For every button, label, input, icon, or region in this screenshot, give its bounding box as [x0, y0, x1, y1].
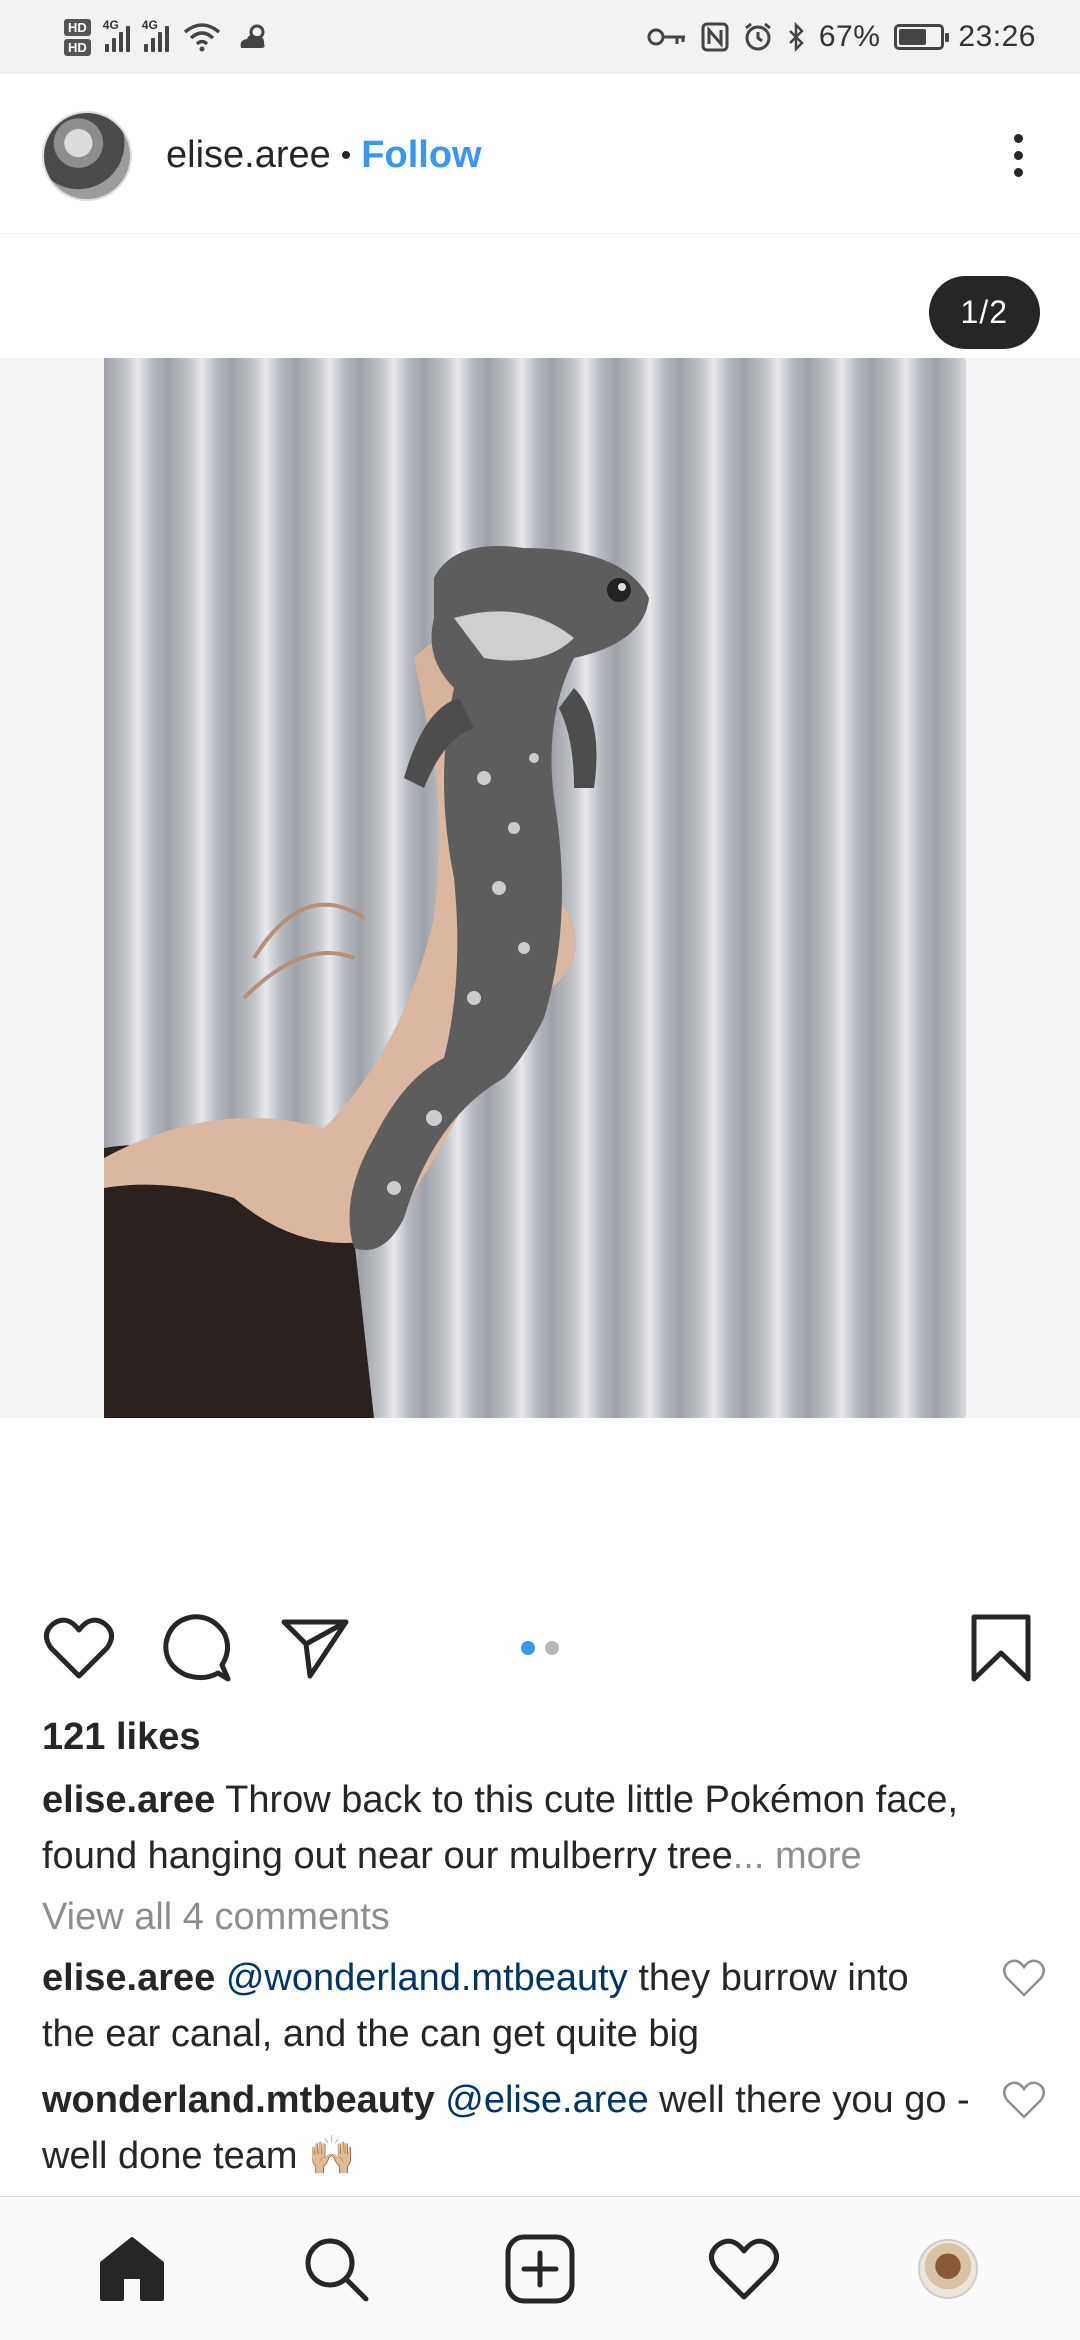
activity-heart-icon — [709, 2238, 779, 2299]
bluetooth-icon — [788, 22, 804, 52]
carousel-dot — [521, 1641, 535, 1655]
post-actions — [0, 1580, 1080, 1716]
nav-new-post[interactable] — [495, 2224, 585, 2314]
carousel-counter: 1/2 — [928, 276, 1040, 349]
network-type: 4G — [102, 18, 119, 32]
hd-badge: HD — [64, 38, 91, 56]
heart-icon — [44, 1617, 114, 1679]
more-options-button[interactable] — [998, 126, 1038, 186]
comment-button[interactable] — [158, 1609, 236, 1687]
bookmark-icon — [971, 1614, 1031, 1682]
post-header: elise.aree • Follow — [0, 78, 1080, 234]
share-button[interactable] — [276, 1609, 354, 1687]
comment-username[interactable]: elise.aree — [42, 1957, 215, 1999]
weather-icon — [240, 24, 265, 48]
clock: 23:26 — [958, 20, 1036, 53]
status-right: 67% 23:26 — [647, 20, 1036, 54]
battery-icon — [894, 24, 950, 50]
like-button[interactable] — [40, 1609, 118, 1687]
nfc-icon — [701, 22, 729, 52]
network-type: 4G — [141, 18, 158, 32]
carousel-dot — [545, 1641, 559, 1655]
home-icon — [100, 2236, 164, 2301]
search-icon — [305, 2238, 369, 2301]
add-post-icon — [505, 2234, 575, 2303]
bottom-nav — [0, 2196, 1080, 2340]
status-left: HD HD 4G 4G — [64, 18, 271, 56]
send-icon — [281, 1619, 349, 1679]
comment-item: wonderland.mtbeauty @elise.aree well the… — [42, 2072, 972, 2184]
username-row: elise.aree • Follow — [166, 134, 482, 177]
post-photo[interactable] — [104, 358, 966, 1418]
battery-fill — [899, 29, 927, 45]
nav-home[interactable] — [87, 2224, 177, 2314]
comment-item: elise.aree @wonderland.mtbeauty they bur… — [42, 1950, 972, 2062]
more-dot-icon — [1013, 151, 1023, 160]
avatar[interactable] — [42, 110, 132, 201]
comment-icon — [163, 1614, 231, 1682]
caption-username[interactable]: elise.aree — [42, 1779, 215, 1821]
likes-count[interactable]: 121 likes — [42, 1716, 200, 1759]
separator-dot: • — [340, 138, 352, 172]
save-button[interactable] — [962, 1609, 1040, 1687]
more-dot-icon — [1013, 168, 1023, 177]
wifi-icon — [183, 23, 220, 52]
comment-mention[interactable]: @elise.aree — [445, 2079, 648, 2121]
carousel-dots — [521, 1641, 559, 1655]
battery-percent: 67% — [818, 20, 881, 53]
comment-like-icon[interactable] — [1002, 1958, 1046, 1998]
key-icon — [647, 28, 685, 46]
post-username[interactable]: elise.aree — [166, 134, 331, 177]
signal-icon: 4G — [142, 18, 169, 52]
view-all-comments-link[interactable]: View all 4 comments — [42, 1896, 390, 1939]
nav-profile[interactable] — [903, 2224, 993, 2314]
hd-badge: HD — [64, 18, 91, 36]
more-dot-icon — [1013, 134, 1023, 143]
comment-mention[interactable]: @wonderland.mtbeauty — [226, 1957, 628, 1999]
nav-activity[interactable] — [699, 2224, 789, 2314]
post-media[interactable]: 1/2 — [0, 234, 1080, 1574]
caption-more-link[interactable]: ... more — [733, 1835, 862, 1877]
caption: elise.aree Throw back to this cute littl… — [42, 1772, 1042, 1884]
profile-avatar — [918, 2238, 978, 2299]
comment-like-icon[interactable] — [1002, 2080, 1046, 2120]
photo-illustration — [104, 546, 649, 1418]
alarm-icon — [744, 22, 771, 51]
hd-indicators: HD HD — [64, 18, 91, 56]
follow-button[interactable]: Follow — [361, 134, 481, 177]
comment-username[interactable]: wonderland.mtbeauty — [42, 2079, 435, 2121]
nav-search[interactable] — [291, 2224, 381, 2314]
signal-icon: 4G — [103, 18, 130, 52]
status-bar: HD HD 4G 4G 67% 23:26 — [0, 0, 1080, 74]
